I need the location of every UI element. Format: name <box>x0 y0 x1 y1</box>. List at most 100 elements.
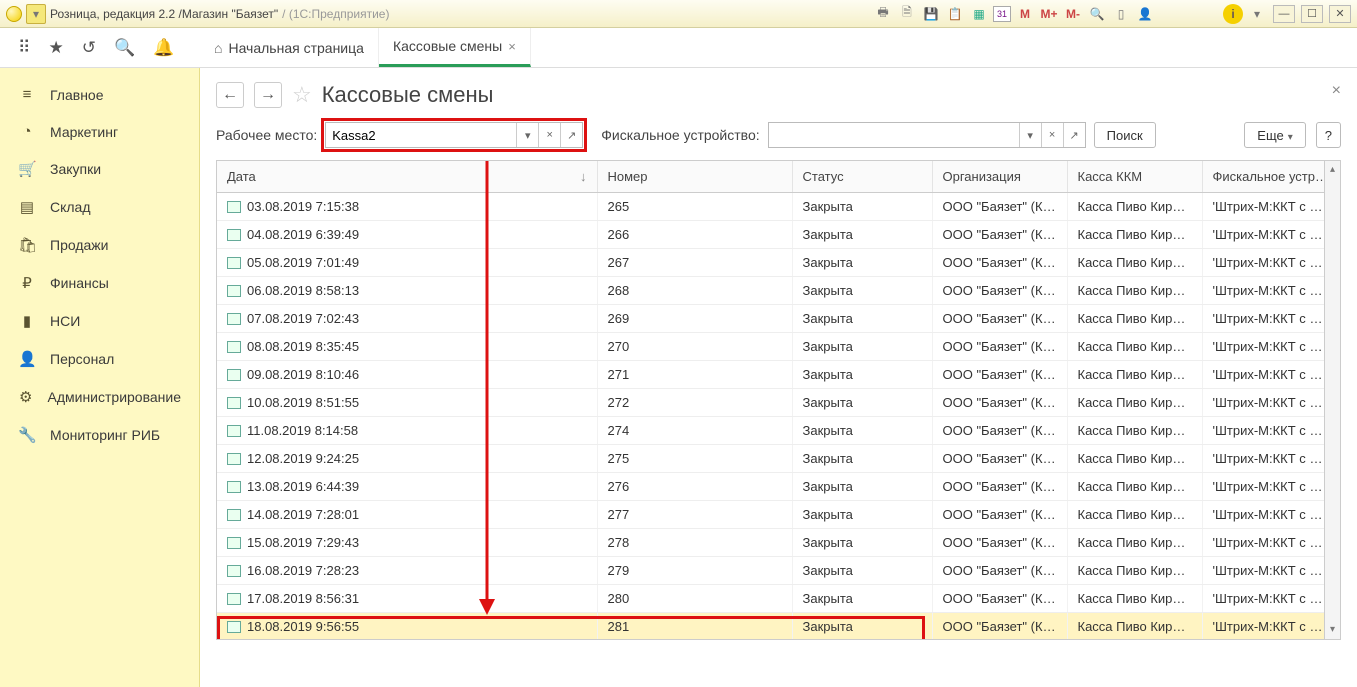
chevron-down-icon[interactable]: ▾ <box>1019 123 1041 147</box>
table-row[interactable]: 16.08.2019 7:28:23279ЗакрытаООО "Баязет"… <box>217 557 1340 585</box>
info-icon[interactable]: i <box>1223 4 1243 24</box>
document-icon <box>227 509 241 521</box>
column-org[interactable]: Организация <box>932 161 1067 193</box>
table-icon[interactable]: ▦ <box>969 4 989 24</box>
sidebar-item-9[interactable]: 🔧Мониторинг РИБ <box>0 416 199 454</box>
sidebar-item-label: Администрирование <box>48 389 182 405</box>
table-row[interactable]: 09.08.2019 8:10:46271ЗакрытаООО "Баязет"… <box>217 361 1340 389</box>
window-title: Розница, редакция 2.2 /Магазин "Баязет" <box>50 7 278 21</box>
document-icon <box>227 257 241 269</box>
doc-icon[interactable]: 🗎 <box>897 4 917 24</box>
close-icon[interactable]: × <box>508 39 516 54</box>
table-row[interactable]: 06.08.2019 8:58:13268ЗакрытаООО "Баязет"… <box>217 277 1340 305</box>
table-row[interactable]: 03.08.2019 7:15:38265ЗакрытаООО "Баязет"… <box>217 193 1340 221</box>
document-icon <box>227 453 241 465</box>
scroll-up-icon[interactable]: ▴ <box>1325 161 1340 179</box>
help-button[interactable]: ? <box>1316 122 1341 148</box>
column-date[interactable]: Дата↓ <box>217 161 597 193</box>
table-row[interactable]: 11.08.2019 8:14:58274ЗакрытаООО "Баязет"… <box>217 417 1340 445</box>
table-row[interactable]: 14.08.2019 7:28:01277ЗакрытаООО "Баязет"… <box>217 501 1340 529</box>
fiscal-input[interactable] <box>769 123 1019 147</box>
document-icon <box>227 369 241 381</box>
fiscal-label: Фискальное устройство: <box>601 127 759 143</box>
document-icon <box>227 201 241 213</box>
clear-icon[interactable]: × <box>1041 123 1063 147</box>
clear-icon[interactable]: × <box>538 123 560 147</box>
favorite-icon[interactable]: ★ <box>48 38 63 58</box>
workplace-label: Рабочее место: <box>216 127 317 143</box>
document-icon <box>227 229 241 241</box>
chevron-down-icon[interactable]: ▾ <box>516 123 538 147</box>
scroll-down-icon[interactable]: ▾ <box>1325 621 1340 639</box>
column-kassa[interactable]: Касса ККМ <box>1067 161 1202 193</box>
maximize-button[interactable]: ☐ <box>1301 5 1323 23</box>
tab-home-label: Начальная страница <box>228 40 363 56</box>
search-button[interactable]: Поиск <box>1094 122 1156 148</box>
search-icon[interactable]: 🔍 <box>114 38 135 58</box>
workplace-combo[interactable]: ▾ × ↗ <box>325 122 583 148</box>
sidebar-item-1[interactable]: ◔Маркетинг <box>0 113 199 150</box>
apps-icon[interactable]: ⠿ <box>18 38 30 58</box>
sidebar-item-3[interactable]: ▤Склад <box>0 188 199 226</box>
sidebar-item-6[interactable]: ▮НСИ <box>0 302 199 340</box>
table-row[interactable]: 05.08.2019 7:01:49267ЗакрытаООО "Баязет"… <box>217 249 1340 277</box>
m-btn[interactable]: M <box>1015 4 1035 24</box>
open-icon[interactable]: ↗ <box>560 123 582 147</box>
save-icon[interactable]: 💾 <box>921 4 941 24</box>
table-row[interactable]: 17.08.2019 8:56:31280ЗакрытаООО "Баязет"… <box>217 585 1340 613</box>
table-row[interactable]: 08.08.2019 8:35:45270ЗакрытаООО "Баязет"… <box>217 333 1340 361</box>
sidebar-item-8[interactable]: ⚙ Администрирование <box>0 378 199 416</box>
table-row[interactable]: 15.08.2019 7:29:43278ЗакрытаООО "Баязет"… <box>217 529 1340 557</box>
minimize-button[interactable]: — <box>1273 5 1295 23</box>
sidebar-icon: ◔ <box>18 123 36 140</box>
scrollbar-vertical[interactable]: ▴ ▾ <box>1324 161 1340 639</box>
back-button[interactable]: ← <box>216 82 244 108</box>
info-dropdown-icon[interactable]: ▾ <box>1247 4 1267 24</box>
page-title: Кассовые смены <box>322 82 494 108</box>
sidebar-icon: 🛍 <box>18 236 36 254</box>
m-minus-btn[interactable]: M- <box>1063 4 1083 24</box>
column-fiscal[interactable]: Фискальное устр… <box>1202 161 1340 193</box>
workplace-input[interactable] <box>326 123 516 147</box>
column-status[interactable]: Статус <box>792 161 932 193</box>
book-icon[interactable]: ▯ <box>1111 4 1131 24</box>
document-icon <box>227 341 241 353</box>
notifications-icon[interactable]: 🔔 <box>153 38 174 58</box>
more-button[interactable]: Еще▾ <box>1244 122 1305 148</box>
sidebar-icon: ⚙ <box>18 388 34 406</box>
table-row[interactable]: 13.08.2019 6:44:39276ЗакрытаООО "Баязет"… <box>217 473 1340 501</box>
tabbar: ⠿ ★ ↺ 🔍 🔔 ⌂ Начальная страница Кассовые … <box>0 28 1357 68</box>
fiscal-combo[interactable]: ▾ × ↗ <box>768 122 1086 148</box>
tab-home[interactable]: ⌂ Начальная страница <box>200 28 379 67</box>
document-icon <box>227 313 241 325</box>
table-row[interactable]: 10.08.2019 8:51:55272ЗакрытаООО "Баязет"… <box>217 389 1340 417</box>
clipboard-icon[interactable]: 📋 <box>945 4 965 24</box>
m-plus-btn[interactable]: M+ <box>1039 4 1059 24</box>
favorite-star-icon[interactable]: ☆ <box>292 82 312 108</box>
history-icon[interactable]: ↺ <box>82 38 96 58</box>
open-icon[interactable]: ↗ <box>1063 123 1085 147</box>
tab-cash-shifts[interactable]: Кассовые смены × <box>379 28 531 67</box>
zoom-icon[interactable]: 🔍 <box>1087 4 1107 24</box>
table-row[interactable]: 07.08.2019 7:02:43269ЗакрытаООО "Баязет"… <box>217 305 1340 333</box>
page-close-button[interactable]: × <box>1332 82 1341 100</box>
table-row[interactable]: 18.08.2019 9:56:55281ЗакрытаООО "Баязет"… <box>217 613 1340 641</box>
calendar-icon[interactable]: 31 <box>993 6 1011 22</box>
sidebar-item-5[interactable]: ₽Финансы <box>0 264 199 302</box>
sidebar-item-4[interactable]: 🛍Продажи <box>0 226 199 264</box>
user-icon[interactable]: 👤 <box>1135 4 1155 24</box>
table-row[interactable]: 04.08.2019 6:39:49266ЗакрытаООО "Баязет"… <box>217 221 1340 249</box>
print-icon[interactable]: 🖶 <box>873 4 893 24</box>
dropdown-icon[interactable]: ▾ <box>26 4 46 24</box>
close-button[interactable]: ✕ <box>1329 5 1351 23</box>
table-row[interactable]: 12.08.2019 9:24:25275ЗакрытаООО "Баязет"… <box>217 445 1340 473</box>
table: Дата↓НомерСтатусОрганизацияКасса ККМФиск… <box>216 160 1341 640</box>
column-number[interactable]: Номер <box>597 161 792 193</box>
forward-button[interactable]: → <box>254 82 282 108</box>
window-subtitle: / (1С:Предприятие) <box>282 7 389 21</box>
document-icon <box>227 565 241 577</box>
sidebar-item-2[interactable]: 🛒Закупки <box>0 150 199 188</box>
sidebar-item-7[interactable]: 👤Персонал <box>0 340 199 378</box>
sidebar-item-0[interactable]: ≡Главное <box>0 76 199 113</box>
document-icon <box>227 285 241 297</box>
